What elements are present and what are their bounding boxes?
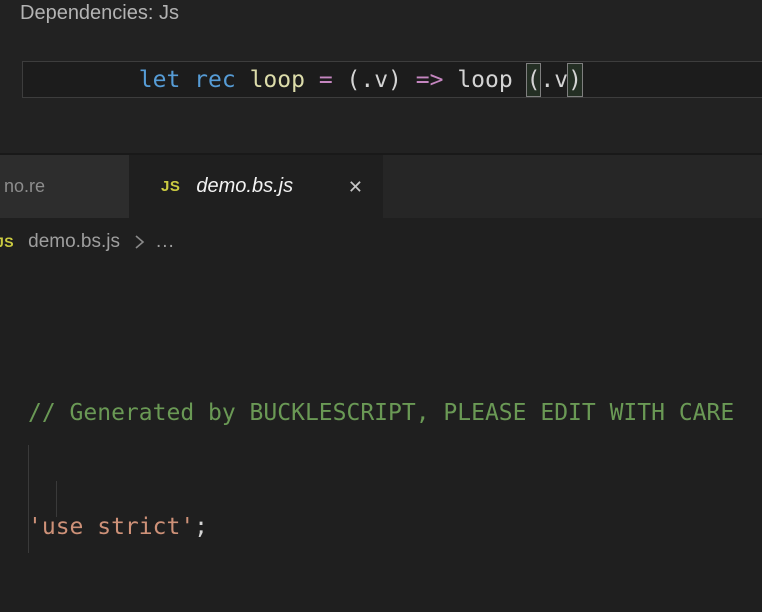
code-token: loop xyxy=(250,67,319,93)
code-token: loop xyxy=(457,67,526,93)
code-text: let rec loop = (.v) => loop (.v) xyxy=(23,41,582,119)
close-icon[interactable]: ✕ xyxy=(348,178,363,196)
code-token: // Generated by BUCKLESCRIPT, PLEASE EDI… xyxy=(28,400,734,426)
reason-code-line[interactable]: let rec loop = (.v) => loop (.v) xyxy=(22,61,762,98)
code-token: .v xyxy=(540,67,568,93)
breadcrumb-item-symbols[interactable]: ... xyxy=(156,231,175,253)
tab-demo-bs-js[interactable]: JS demo.bs.js ✕ xyxy=(129,155,383,218)
tab-bar-empty-space xyxy=(383,155,762,218)
code-token: ; xyxy=(194,514,208,540)
code-token: let xyxy=(139,67,194,93)
code-token: = xyxy=(319,67,347,93)
vscode-window: Dependencies: Js let rec loop = (.v) => … xyxy=(0,0,762,612)
code-token: rec xyxy=(194,67,249,93)
bracket-match-open: ( xyxy=(527,64,541,96)
chevron-right-icon xyxy=(132,232,146,252)
indent-guide xyxy=(56,481,57,517)
breadcrumb-item-file[interactable]: demo.bs.js xyxy=(28,231,120,253)
breadcrumb: JS demo.bs.js ... xyxy=(0,218,762,265)
code-token: (.v) xyxy=(347,67,416,93)
tab-label: no.re xyxy=(4,176,45,197)
js-icon: JS xyxy=(0,234,14,250)
tab-bar: no.re JS demo.bs.js ✕ xyxy=(0,155,762,218)
js-icon: JS xyxy=(161,178,180,195)
dependencies-panel: Dependencies: Js let rec loop = (.v) => … xyxy=(0,0,762,153)
indent-guide xyxy=(28,445,29,553)
code-token: => xyxy=(416,67,458,93)
code-line[interactable]: // Generated by BUCKLESCRIPT, PLEASE EDI… xyxy=(28,395,762,431)
dependencies-label: Dependencies: Js xyxy=(20,1,179,25)
tab-no-re[interactable]: no.re xyxy=(0,155,129,218)
code-editor[interactable]: // Generated by BUCKLESCRIPT, PLEASE EDI… xyxy=(0,265,762,612)
tab-label: demo.bs.js xyxy=(196,175,293,198)
bracket-match-close: ) xyxy=(568,64,582,96)
code-token: 'use strict' xyxy=(28,514,194,540)
code-line[interactable]: 'use strict'; xyxy=(28,509,762,545)
